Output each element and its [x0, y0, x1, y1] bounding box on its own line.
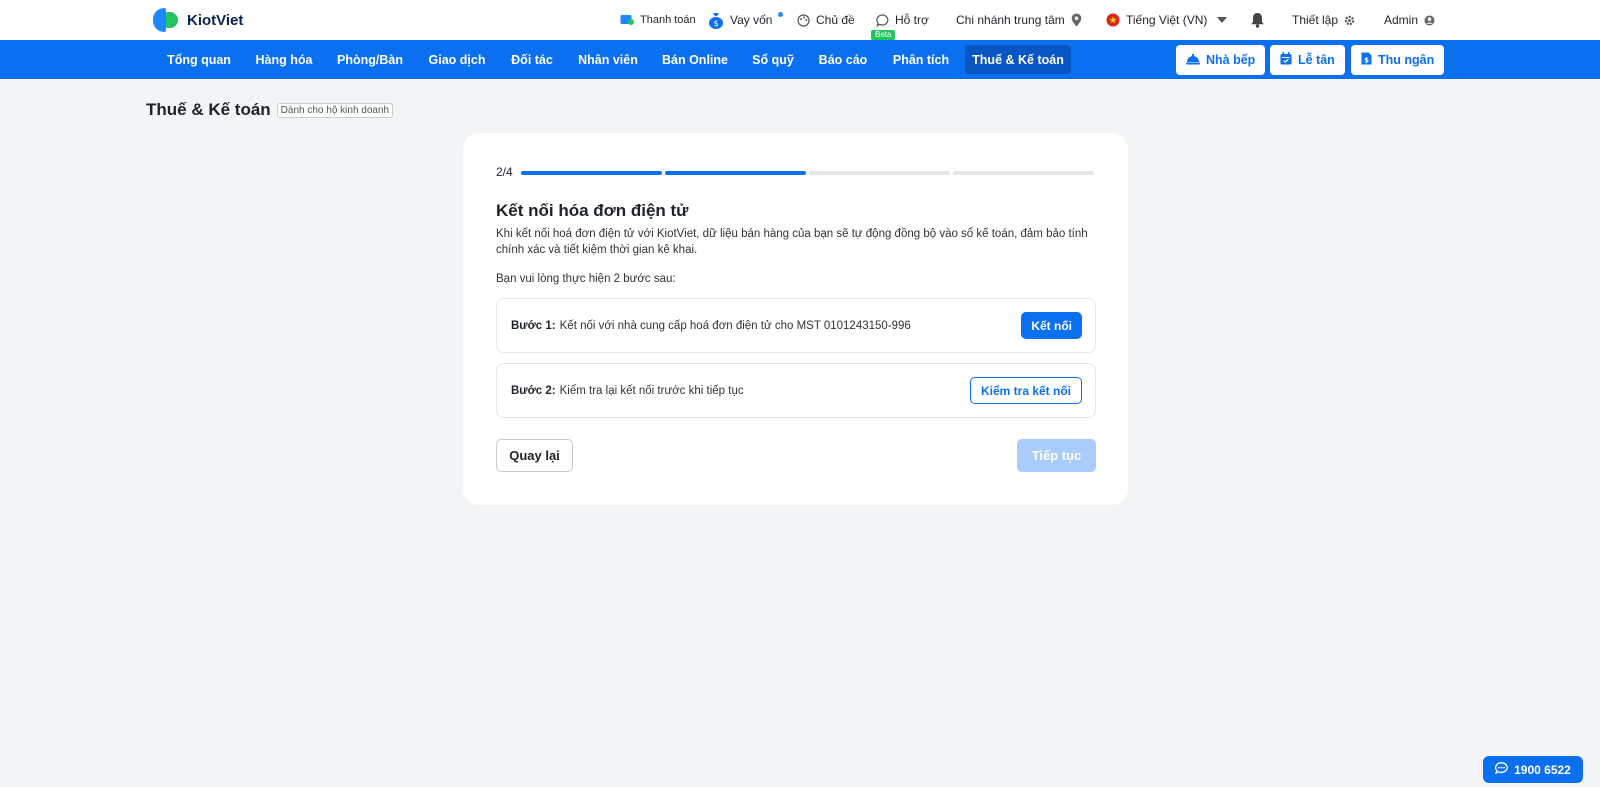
wizard-instruction: Bạn vui lòng thực hiện 2 bước sau:	[496, 273, 676, 285]
cashier-button[interactable]: $ Thu ngân	[1351, 45, 1445, 75]
step-2-label: Bước 2:	[511, 384, 556, 397]
progress-segment	[521, 171, 662, 175]
nav-item-analytics[interactable]: Phân tích	[884, 45, 958, 74]
loan-label: Vay vốn	[730, 13, 773, 27]
hotline-number: 1900 6522	[1514, 762, 1571, 777]
logo-text: KiotViet	[187, 11, 244, 29]
page-header: Thuế & Kế toán Dành cho hộ kinh doanh	[146, 100, 394, 120]
nav-item-label: Hàng hóa	[255, 52, 313, 67]
step-1-label: Bước 1:	[511, 319, 556, 332]
language-selector[interactable]: Tiếng Việt (VN)	[1106, 0, 1228, 40]
progress-segment	[953, 171, 1094, 175]
payment-label: Thanh toán	[640, 14, 696, 26]
location-pin-icon	[1071, 13, 1082, 27]
nav-item-overview[interactable]: Tổng quan	[159, 45, 239, 74]
user-menu[interactable]: Admin	[1384, 0, 1435, 40]
user-avatar-icon	[1424, 15, 1435, 26]
nav-item-label: Đối tác	[511, 52, 553, 67]
reception-label: Lễ tân	[1298, 53, 1335, 67]
language-label: Tiếng Việt (VN)	[1126, 13, 1208, 27]
check-connection-button[interactable]: Kiểm tra kết nối	[969, 377, 1082, 404]
back-button[interactable]: Quay lại	[496, 439, 573, 472]
nav-item-label: Tổng quan	[167, 52, 231, 67]
continue-button[interactable]: Tiếp tục	[1017, 439, 1096, 472]
kiotviet-logo[interactable]: KiotViet	[153, 7, 243, 33]
nav-item-label: Báo cáo	[818, 52, 868, 67]
nav-item-transactions[interactable]: Giao dịch	[419, 45, 495, 74]
wizard-description: Khi kết nối hoá đơn điện tử với KiotViet…	[496, 228, 1088, 256]
nav-item-partners[interactable]: Đối tác	[503, 45, 561, 74]
settings-link[interactable]: Thiết lập	[1292, 0, 1355, 40]
notification-dot	[778, 12, 783, 17]
step-1-box: Bước 1: Kết nối với nhà cung cấp hoá đơn…	[496, 298, 1096, 353]
user-name: Admin	[1384, 13, 1419, 27]
kitchen-button[interactable]: Nhà bếp	[1176, 45, 1266, 75]
nav-item-employees[interactable]: Nhân viên	[570, 45, 646, 74]
nav-item-label: Nhân viên	[578, 52, 638, 67]
logo-icon	[153, 8, 179, 32]
support-label: Hỗ trợ	[895, 13, 929, 27]
nav-item-online-sales[interactable]: Bán Online	[655, 45, 735, 74]
step-1-text: Bước 1: Kết nối với nhà cung cấp hoá đơn…	[511, 299, 911, 352]
caret-down-icon	[1217, 17, 1228, 23]
nav-item-products[interactable]: Hàng hóa	[249, 45, 319, 74]
step-2-text: Bước 2: Kiểm tra lại kết nối trước khi t…	[511, 364, 744, 417]
receipt-icon: $	[1361, 52, 1372, 68]
notifications-button[interactable]	[1250, 0, 1265, 40]
nav-item-reports[interactable]: Báo cáo	[810, 45, 876, 74]
branch-label: Chi nhánh trung tâm	[956, 13, 1065, 27]
loan-link[interactable]: $ Vay vốn	[708, 0, 772, 40]
business-type-tag: Dành cho hộ kinh doanh	[276, 102, 394, 118]
page-title: Thuế & Kế toán	[146, 100, 271, 119]
nav-item-label: Giao dịch	[428, 52, 486, 67]
payment-link[interactable]: Thanh toán	[620, 0, 696, 40]
wizard-heading: Kết nối hóa đơn điện tử	[496, 201, 689, 220]
beta-badge: Beta	[871, 30, 896, 40]
step-2-description: Kiểm tra lại kết nối trước khi tiếp tục	[559, 384, 744, 397]
theme-label: Chủ đề	[816, 13, 855, 27]
nav-item-label: Thuế & Kế toán	[972, 52, 1064, 67]
svg-text:$: $	[713, 19, 718, 28]
step-counter: 2/4	[496, 165, 513, 179]
nav-item-label: Bán Online	[662, 52, 728, 67]
cloche-icon	[1186, 53, 1200, 68]
cashier-label: Thu ngân	[1378, 53, 1435, 67]
nav-item-cashbook[interactable]: Sổ quỹ	[745, 45, 801, 74]
einvoice-wizard-card: 2/4 Kết nối hóa đơn điện tử Khi kết nối …	[463, 133, 1128, 505]
nav-item-tax-accounting[interactable]: Thuế & Kế toán	[965, 45, 1071, 74]
palette-icon	[797, 13, 810, 27]
calendar-icon	[1280, 52, 1292, 68]
branch-selector[interactable]: Chi nhánh trung tâm	[956, 0, 1082, 40]
nav-item-label: Phân tích	[892, 52, 950, 67]
progress-segment	[809, 171, 950, 175]
nav-item-rooms-tables[interactable]: Phòng/Bàn	[332, 45, 408, 74]
theme-link[interactable]: Chủ đề	[797, 0, 855, 40]
payment-icon	[620, 14, 634, 26]
step-2-box: Bước 2: Kiểm tra lại kết nối trước khi t…	[496, 363, 1096, 418]
hotline-button[interactable]: 1900 6522	[1483, 756, 1583, 783]
nav-item-label: Sổ quỹ	[752, 52, 794, 67]
top-bar: KiotViet Thanh toán $ Vay vốn Chủ đề Hỗ …	[0, 0, 1600, 40]
chat-bubble-icon	[876, 13, 889, 27]
svg-text:$: $	[1364, 57, 1369, 65]
nav-item-label: Phòng/Bàn	[337, 52, 403, 67]
reception-button[interactable]: Lễ tân	[1270, 45, 1345, 75]
settings-label: Thiết lập	[1292, 13, 1339, 27]
wizard-progress-bar	[521, 171, 1094, 175]
chat-icon	[1495, 762, 1508, 777]
connect-button[interactable]: Kết nối	[1021, 312, 1082, 339]
step-1-description: Kết nối với nhà cung cấp hoá đơn điện tử…	[559, 319, 911, 332]
vietnam-flag-icon	[1106, 13, 1120, 27]
gear-icon	[1344, 15, 1355, 26]
progress-segment	[665, 171, 806, 175]
main-nav: Tổng quan Hàng hóa Phòng/Bàn Giao dịch Đ…	[0, 40, 1600, 79]
money-bag-icon: $	[708, 11, 724, 29]
bell-icon	[1250, 12, 1265, 28]
kitchen-label: Nhà bếp	[1206, 53, 1256, 67]
